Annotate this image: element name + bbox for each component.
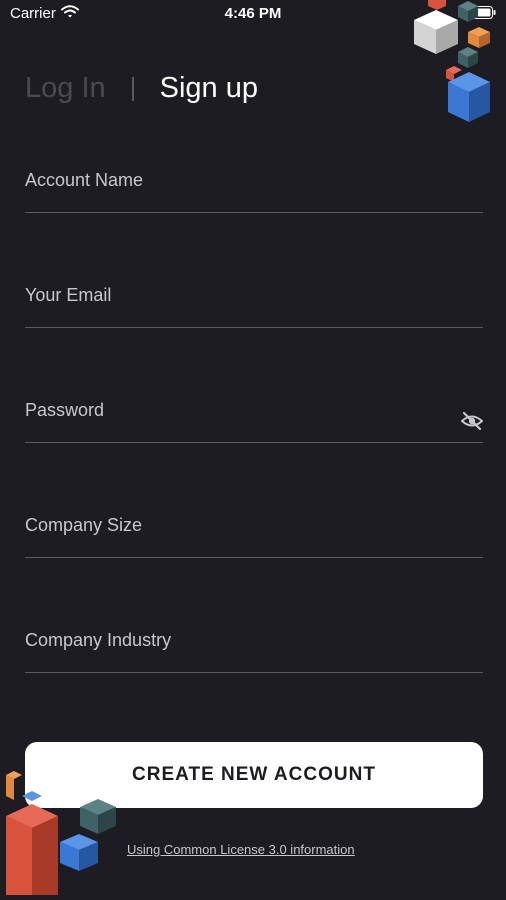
tab-login[interactable]: Log In <box>25 72 106 105</box>
company-size-label: Company Size <box>25 515 143 535</box>
tab-signup[interactable]: Sign up <box>160 72 258 105</box>
company-size-field[interactable]: Company Size <box>25 507 483 558</box>
company-industry-label: Company Industry <box>25 630 172 650</box>
decorative-cubes-top <box>406 0 506 130</box>
tab-divider <box>131 76 134 101</box>
email-label: Your Email <box>25 285 112 305</box>
account-name-label: Account Name <box>25 170 144 190</box>
company-industry-field[interactable]: Company Industry <box>25 622 483 673</box>
password-label: Password <box>25 400 105 420</box>
account-name-field[interactable]: Account Name <box>25 162 483 213</box>
license-link[interactable]: Using Common License 3.0 information <box>127 842 355 857</box>
email-field[interactable]: Your Email <box>25 277 483 328</box>
auth-tabs: Log In Sign up <box>25 72 258 105</box>
decorative-cubes-bottom <box>0 770 125 900</box>
eye-slash-icon[interactable] <box>460 411 484 435</box>
password-field[interactable]: Password <box>25 392 484 443</box>
